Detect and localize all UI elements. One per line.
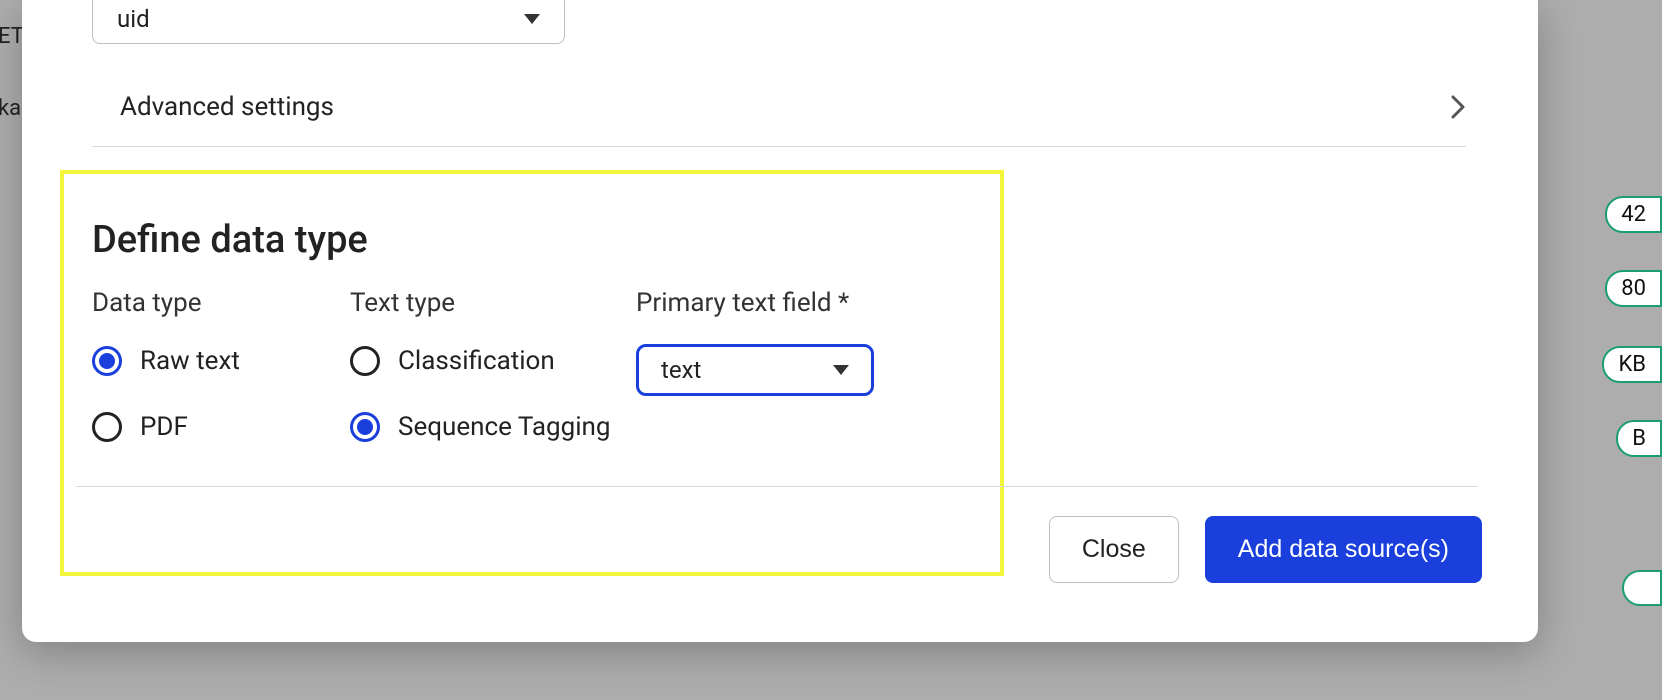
caret-down-icon [524, 14, 540, 24]
radio-label: PDF [140, 412, 188, 442]
data-type-label: Data type [92, 288, 332, 318]
radio-label: Sequence Tagging [398, 412, 611, 442]
radio-label: Classification [398, 346, 555, 376]
primary-field-value: text [661, 356, 701, 384]
advanced-settings-label: Advanced settings [92, 92, 334, 122]
radio-icon [92, 412, 122, 442]
primary-field-label: Primary text field * [636, 288, 916, 318]
radio-icon [350, 346, 380, 376]
uid-select[interactable]: uid [92, 0, 565, 44]
text-type-group: Text type Classification Sequence Taggin… [350, 288, 620, 478]
radio-raw-text[interactable]: Raw text [92, 346, 332, 376]
modal-footer: Close Add data source(s) [1049, 516, 1482, 583]
bg-badge: 80 [1605, 270, 1662, 307]
advanced-settings-toggle[interactable]: Advanced settings [92, 92, 1466, 147]
add-data-source-button[interactable]: Add data source(s) [1205, 516, 1482, 583]
uid-select-value: uid [117, 5, 150, 33]
section-title: Define data type [92, 218, 368, 262]
modal-dialog: uid Advanced settings Define data type D… [22, 0, 1538, 642]
radio-label: Raw text [140, 346, 240, 376]
caret-down-icon [833, 365, 849, 375]
primary-field-group: Primary text field * text [636, 288, 916, 396]
bg-badge: B [1616, 420, 1662, 457]
divider [76, 486, 1478, 487]
chevron-right-icon [1450, 94, 1466, 120]
radio-classification[interactable]: Classification [350, 346, 620, 376]
radio-pdf[interactable]: PDF [92, 412, 332, 442]
bg-badge: 42 [1605, 196, 1662, 233]
text-type-label: Text type [350, 288, 620, 318]
data-type-group: Data type Raw text PDF [92, 288, 332, 478]
bg-badge: KB [1602, 346, 1662, 383]
radio-icon [92, 346, 122, 376]
bg-text: ka [0, 96, 21, 121]
radio-sequence-tagging[interactable]: Sequence Tagging [350, 412, 620, 442]
primary-field-select[interactable]: text [636, 344, 874, 396]
bg-badge [1622, 570, 1662, 606]
radio-icon [350, 412, 380, 442]
bg-text: ET [0, 24, 24, 49]
close-button[interactable]: Close [1049, 516, 1179, 583]
